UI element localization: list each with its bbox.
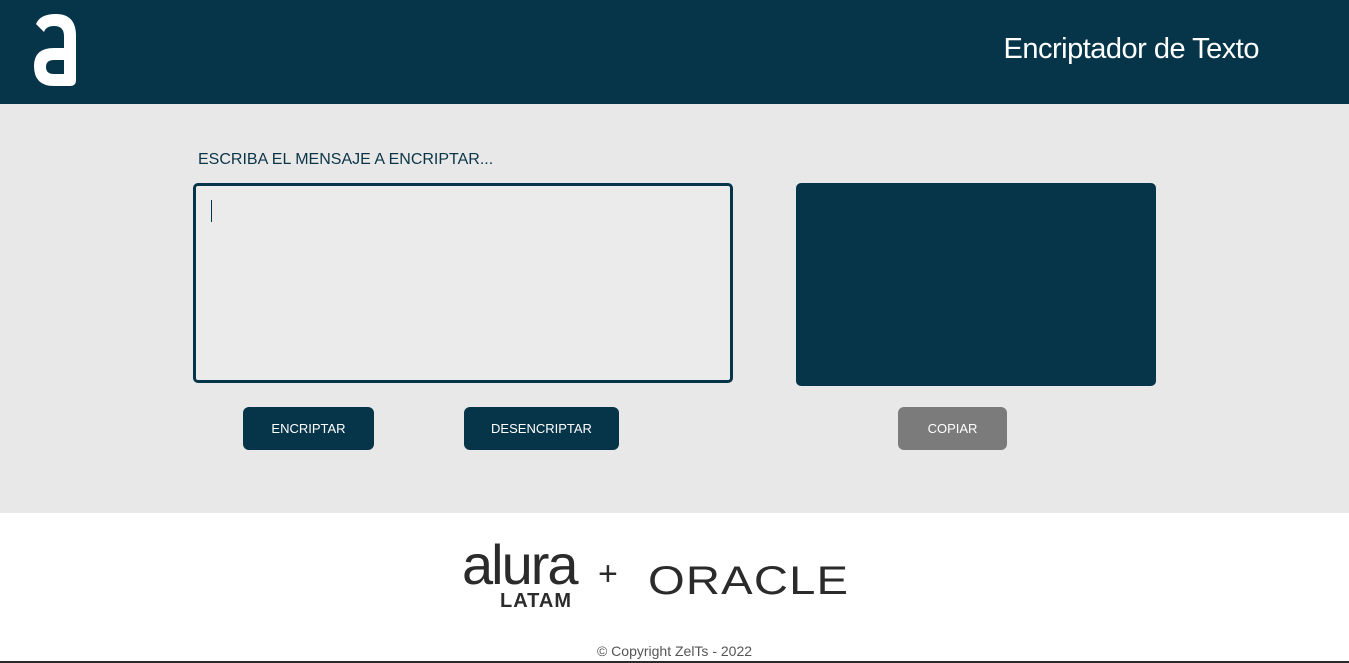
app-header: Encriptador de Texto — [0, 0, 1349, 104]
oracle-logo: ORACLE — [648, 559, 850, 603]
page-title: Encriptador de Texto — [1003, 33, 1260, 65]
encryptor-panel: ESCRIBA EL MENSAJE A ENCRIPTAR... ENCRIP… — [0, 104, 1349, 513]
copyright-text: © Copyright ZelTs - 2022 — [596, 643, 753, 659]
plus-sign: + — [598, 555, 618, 593]
output-display — [796, 183, 1156, 386]
alura-latam-logo: alura LATAM — [462, 533, 579, 613]
message-input[interactable] — [193, 183, 733, 383]
alura-logo-latam: LATAM — [500, 590, 573, 612]
alura-logo-word: alura — [462, 533, 579, 596]
copy-button[interactable]: COPIAR — [898, 407, 1007, 450]
text-caret — [211, 200, 212, 222]
page-footer: alura LATAM + ORACLE © Copyright ZelTs -… — [0, 513, 1349, 663]
message-input-label: ESCRIBA EL MENSAJE A ENCRIPTAR... — [198, 151, 494, 168]
alura-a-logo-icon — [34, 14, 76, 86]
encrypt-button[interactable]: ENCRIPTAR — [243, 407, 374, 450]
decrypt-button[interactable]: DESENCRIPTAR — [464, 407, 619, 450]
